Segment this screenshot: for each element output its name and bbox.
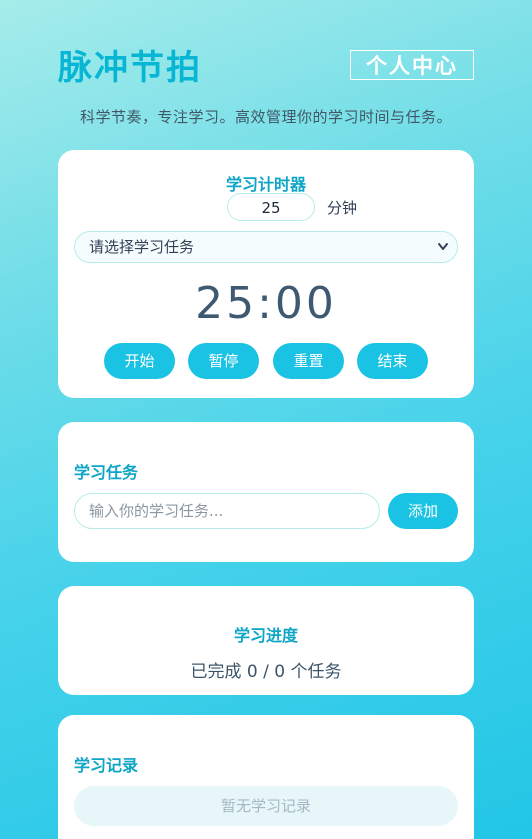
reset-button[interactable]: 重置 — [273, 343, 344, 379]
progress-text: 已完成 0 / 0 个任务 — [190, 662, 342, 682]
task-input[interactable]: 输入你的学习任务... — [74, 493, 380, 529]
task-select-value: 请选择学习任务 — [89, 238, 195, 256]
progress-card: 学习进度 已完成 0 / 0 个任务 — [58, 586, 474, 695]
timer-controls: 开始 暂停 重置 结束 — [104, 343, 434, 379]
timer-title: 学习计时器 — [225, 175, 306, 194]
header: 脉冲节拍 个人中心 — [58, 44, 474, 94]
records-card: 学习记录 暂无学习记录 — [58, 715, 474, 839]
end-button[interactable]: 结束 — [357, 343, 428, 379]
minutes-unit-label: 分钟 — [326, 198, 357, 217]
minutes-input[interactable]: 25 — [226, 193, 315, 221]
pause-button[interactable]: 暂停 — [188, 343, 259, 379]
app-title: 脉冲节拍 — [58, 48, 202, 88]
task-select[interactable]: 请选择学习任务 — [74, 231, 458, 263]
start-button[interactable]: 开始 — [104, 343, 175, 379]
timer-display: 25:00 — [195, 278, 337, 329]
profile-button[interactable]: 个人中心 — [350, 50, 474, 80]
empty-records-message: 暂无学习记录 — [74, 786, 458, 826]
records-title: 学习记录 — [74, 756, 139, 775]
minutes-row: 25 分钟 — [58, 193, 474, 221]
chevron-down-icon — [437, 232, 449, 274]
timer-card: 学习计时器 25 分钟 请选择学习任务 25:00 开始 暂停 重置 结束 — [58, 150, 474, 398]
tasks-title: 学习任务 — [74, 463, 139, 482]
tasks-card: 学习任务 输入你的学习任务... 添加 — [58, 422, 474, 562]
app-subtitle: 科学节奏，专注学习。高效管理你的学习时间与任务。 — [79, 108, 452, 126]
progress-title: 学习进度 — [233, 626, 298, 645]
add-task-button[interactable]: 添加 — [388, 493, 458, 529]
